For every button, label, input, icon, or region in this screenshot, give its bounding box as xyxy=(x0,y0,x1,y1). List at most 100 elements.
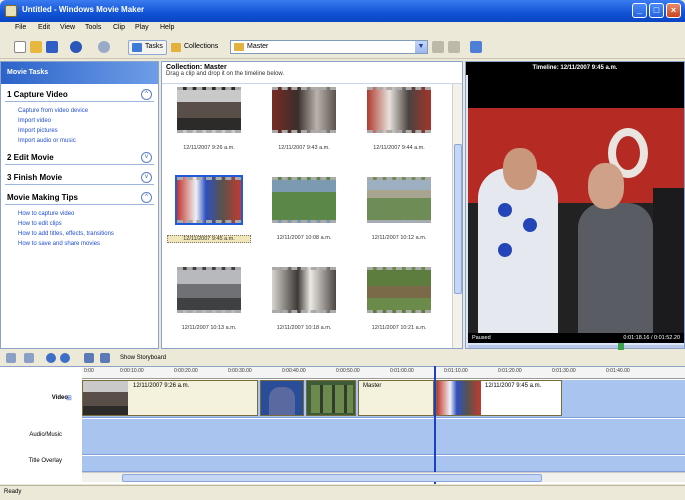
clip-thumbnail-selected[interactable]: 12/11/2007 9:45 a.m. xyxy=(167,175,251,265)
link-import-pictures[interactable]: Import pictures xyxy=(18,126,158,136)
save-project-icon[interactable] xyxy=(46,41,58,53)
playback-time: 0:01:18.16 / 0:01:52.20 xyxy=(623,335,680,341)
new-project-icon[interactable] xyxy=(14,41,26,53)
clip-thumbnail[interactable]: 12/11/2007 10:08 a.m. xyxy=(262,177,342,265)
clip-image xyxy=(175,175,243,225)
clip-thumbnail[interactable]: 12/11/2007 9:43 a.m. xyxy=(262,87,342,175)
audio-track-label: Audio/Music xyxy=(29,432,62,438)
open-project-icon[interactable] xyxy=(30,41,42,53)
timeline-toolbar: Show Storyboard xyxy=(0,352,685,366)
menu-bar: File Edit View Tools Clip Play Help xyxy=(0,22,685,36)
chevron-down-icon[interactable]: ▼ xyxy=(415,41,427,53)
tasks-button[interactable]: Tasks xyxy=(128,40,167,55)
menu-play[interactable]: Play xyxy=(135,24,149,31)
clip-thumbnail[interactable]: 12/11/2007 10:12 a.m. xyxy=(357,177,437,265)
clip-image xyxy=(272,267,336,313)
collections-button[interactable]: Collections xyxy=(167,40,222,55)
title-bar: Untitled - Windows Movie Maker _ □ × xyxy=(0,0,685,22)
movie-tasks-header: Movie Tasks xyxy=(1,62,158,84)
link-how-to-save[interactable]: How to save and share movies xyxy=(18,239,158,249)
clip-image xyxy=(367,267,431,313)
rewind-timeline-icon[interactable] xyxy=(84,353,94,363)
menu-tools[interactable]: Tools xyxy=(85,24,101,31)
preview-video-frame xyxy=(468,108,684,333)
clip-thumbnail[interactable]: 12/11/2007 10:21 a.m. xyxy=(357,267,437,348)
seek-bar[interactable] xyxy=(468,343,684,350)
menu-help[interactable]: Help xyxy=(160,24,174,31)
section-finish-movie[interactable]: 3 Finish Movie v xyxy=(5,171,154,185)
collapse-icon[interactable]: ^ xyxy=(141,89,152,100)
seek-thumb[interactable] xyxy=(618,343,624,350)
clip-image xyxy=(367,87,431,133)
section-capture-video[interactable]: 1 Capture Video ^ xyxy=(5,88,154,102)
timeline-clip[interactable] xyxy=(306,380,356,416)
clip-thumbnail[interactable]: 12/11/2007 9:44 a.m. xyxy=(357,87,437,175)
timeline-clip[interactable]: Master xyxy=(358,380,434,416)
zoom-in-icon[interactable] xyxy=(46,353,56,363)
collection-title: Collection: Master xyxy=(166,64,227,71)
menu-clip[interactable]: Clip xyxy=(113,24,125,31)
set-audio-levels-icon[interactable] xyxy=(6,353,16,363)
collection-dropdown[interactable]: Master ▼ xyxy=(230,40,428,54)
clip-image xyxy=(272,87,336,133)
section-movie-making-tips[interactable]: Movie Making Tips ^ xyxy=(5,191,154,205)
close-button[interactable]: × xyxy=(666,3,681,18)
expand-track-icon[interactable]: ⊞ xyxy=(66,394,72,402)
link-how-to-add-titles[interactable]: How to add titles, effects, transitions xyxy=(18,229,158,239)
collections-icon xyxy=(171,43,181,52)
show-storyboard-button[interactable]: Show Storyboard xyxy=(120,355,166,361)
movie-tasks-pane: Movie Tasks 1 Capture Video ^ Capture fr… xyxy=(0,61,159,349)
collection-header: Collection: Master Drag a clip and drop … xyxy=(162,62,462,84)
link-import-video[interactable]: Import video xyxy=(18,116,158,126)
collection-subtitle: Drag a clip and drop it on the timeline … xyxy=(166,71,285,77)
link-how-to-edit[interactable]: How to edit clips xyxy=(18,219,158,229)
window-title: Untitled - Windows Movie Maker xyxy=(22,5,145,14)
title-overlay-track[interactable] xyxy=(82,456,685,472)
playback-status: Paused xyxy=(472,335,491,341)
timeline-clip[interactable] xyxy=(260,380,304,416)
maximize-button[interactable]: □ xyxy=(649,3,664,18)
collection-scrollbar[interactable] xyxy=(452,84,462,348)
link-import-audio[interactable]: Import audio or music xyxy=(18,136,158,146)
clip-thumbnail[interactable]: 12/11/2007 10:18 a.m. xyxy=(262,267,342,348)
video-track[interactable]: 12/11/2007 9:26 a.m. Master 12/11/2007 9… xyxy=(82,380,685,418)
scrollbar-thumb[interactable] xyxy=(122,474,542,482)
minimize-button[interactable]: _ xyxy=(632,3,647,18)
redo-icon[interactable] xyxy=(98,41,110,53)
audio-track[interactable] xyxy=(82,419,685,455)
clip-image xyxy=(272,177,336,223)
clip-thumbnail[interactable]: 12/11/2007 10:13 a.m. xyxy=(167,267,247,348)
menu-view[interactable]: View xyxy=(60,24,75,31)
expand-icon[interactable]: v xyxy=(141,152,152,163)
zoom-out-icon[interactable] xyxy=(60,353,70,363)
narrate-icon[interactable] xyxy=(24,353,34,363)
scrollbar-thumb[interactable] xyxy=(454,144,462,294)
folder-icon xyxy=(234,43,244,51)
views-icon[interactable] xyxy=(470,41,482,53)
menu-edit[interactable]: Edit xyxy=(38,24,50,31)
timeline-ruler[interactable]: 0:00 0:00:10.00 0:00:20.00 0:00:30.00 0:… xyxy=(82,367,685,379)
clip-image xyxy=(367,177,431,223)
tasks-icon xyxy=(132,43,142,52)
menu-file[interactable]: File xyxy=(15,24,26,31)
timeline-clip[interactable]: 12/11/2007 9:45 a.m. xyxy=(436,380,562,416)
playback-indicator[interactable] xyxy=(434,366,436,484)
play-timeline-icon[interactable] xyxy=(100,353,110,363)
section-edit-movie[interactable]: 2 Edit Movie v xyxy=(5,151,154,165)
link-how-to-capture[interactable]: How to capture video xyxy=(18,209,158,219)
clip-thumbnail[interactable]: 12/11/2007 9:26 a.m. xyxy=(167,87,247,175)
preview-title: Timeline: 12/11/2007 9:45 a.m. xyxy=(466,62,684,75)
preview-monitor: Timeline: 12/11/2007 9:45 a.m. Paused 0:… xyxy=(465,61,685,350)
link-capture-from-device[interactable]: Capture from video device xyxy=(18,106,158,116)
timeline-scrollbar[interactable] xyxy=(82,472,685,482)
status-text: Ready xyxy=(4,489,22,495)
expand-icon[interactable]: v xyxy=(141,172,152,183)
timeline-clip[interactable]: 12/11/2007 9:26 a.m. xyxy=(82,380,258,416)
clip-image xyxy=(83,381,128,415)
collapse-icon[interactable]: ^ xyxy=(141,192,152,203)
collection-pane: Collection: Master Drag a clip and drop … xyxy=(161,61,463,349)
undo-icon[interactable] xyxy=(70,41,82,53)
up-folder-icon[interactable] xyxy=(432,41,444,53)
new-folder-icon[interactable] xyxy=(448,41,460,53)
preview-status-bar: Paused 0:01:18.16 / 0:01:52.20 xyxy=(468,333,684,343)
